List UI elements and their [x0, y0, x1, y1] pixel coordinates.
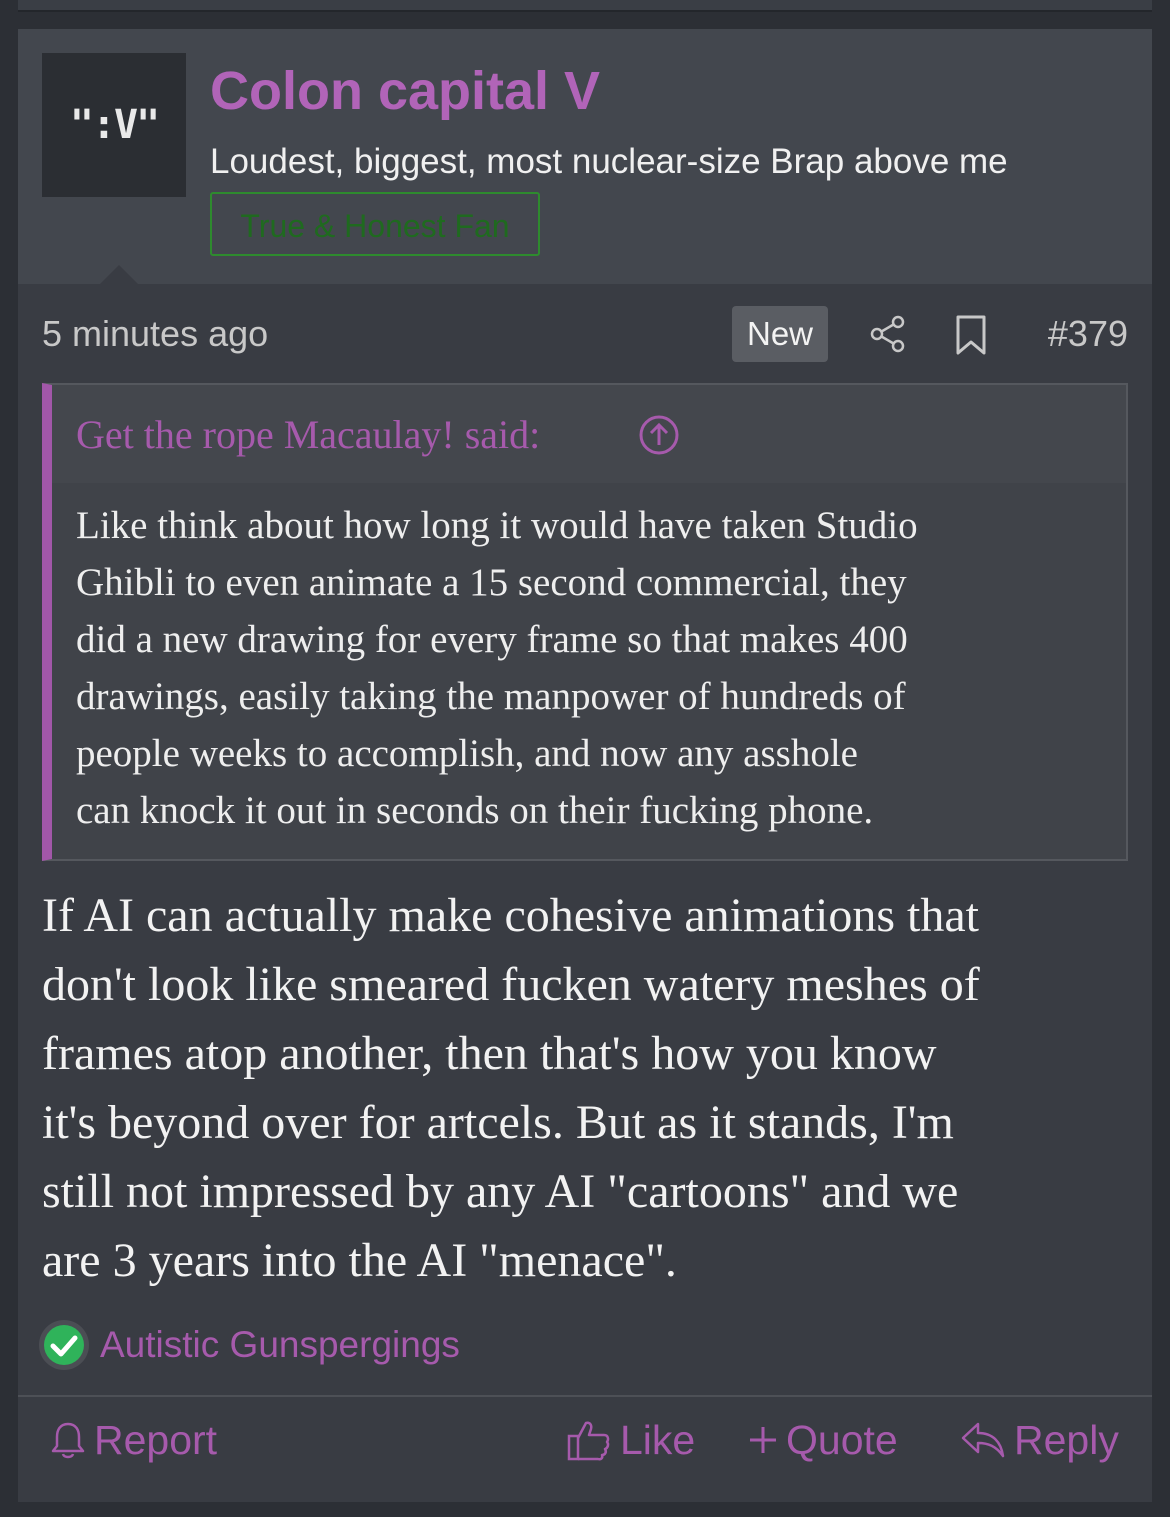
- reaction-label[interactable]: Autistic Gunspergings: [100, 1317, 460, 1373]
- like-button[interactable]: Like: [566, 1409, 695, 1471]
- forum-post: ":V" Colon capital V Loudest, biggest, m…: [18, 29, 1152, 1502]
- quote-body: Like think about how long it would have …: [76, 497, 1116, 839]
- thumbs-up-icon: [567, 1421, 610, 1461]
- user-title: Loudest, biggest, most nuclear-size Brap…: [210, 142, 1008, 181]
- quote-line: people weeks to accomplish, and now any …: [76, 732, 858, 775]
- message-line: don't look like smeared fucken watery me…: [42, 958, 980, 1011]
- message-line: it's beyond over for artcels. But as it …: [42, 1096, 954, 1149]
- bookmark-icon[interactable]: [954, 314, 988, 356]
- message-line: still not impressed by any AI "cartoons"…: [42, 1165, 959, 1218]
- message-line: If AI can actually make cohesive animati…: [42, 889, 979, 942]
- post-number[interactable]: #379: [1048, 309, 1128, 359]
- quote-line: Like think about how long it would have …: [76, 504, 918, 547]
- check-circle-icon: [39, 1320, 89, 1370]
- reply-label: Reply: [1014, 1417, 1119, 1463]
- quote-header: Get the rope Macaulay! said:: [52, 385, 1126, 483]
- share-icon[interactable]: [868, 314, 908, 354]
- user-banner: True & Honest Fan: [210, 192, 540, 256]
- message-line: frames atop another, then that's how you…: [42, 1027, 937, 1080]
- quote-button[interactable]: Quote: [748, 1409, 898, 1471]
- bell-icon: [51, 1422, 85, 1459]
- username[interactable]: Colon capital V: [210, 55, 600, 127]
- post-time[interactable]: 5 minutes ago: [42, 309, 268, 359]
- post-message: If AI can actually make cohesive animati…: [42, 881, 1137, 1295]
- quote-label: Quote: [786, 1417, 898, 1463]
- arrow-up-circle-icon[interactable]: [638, 414, 680, 456]
- quote-author[interactable]: Get the rope Macaulay! said:: [76, 409, 540, 461]
- reply-arrow-icon: [961, 1422, 1005, 1458]
- header-pointer: [100, 265, 138, 284]
- like-label: Like: [620, 1417, 696, 1463]
- new-badge: New: [732, 306, 828, 362]
- footer-divider: [18, 1395, 1152, 1397]
- plus-icon: [750, 1427, 776, 1453]
- avatar[interactable]: ":V": [42, 53, 186, 197]
- quote-line: can knock it out in seconds on their fuc…: [76, 789, 874, 832]
- post-attribution: 5 minutes ago New #379: [42, 306, 1128, 362]
- report-button[interactable]: Report: [50, 1409, 217, 1471]
- quote-line: drawings, easily taking the manpower of …: [76, 675, 906, 718]
- quote-line: Ghibli to even animate a 15 second comme…: [76, 561, 907, 604]
- quote-line: did a new drawing for every frame so tha…: [76, 618, 908, 661]
- post-author-header: ":V" Colon capital V Loudest, biggest, m…: [18, 29, 1152, 284]
- message-line: are 3 years into the AI "menace".: [42, 1234, 677, 1287]
- previous-post-edge: [18, 0, 1152, 12]
- quote-block: Get the rope Macaulay! said: Like think …: [42, 383, 1128, 861]
- reply-button[interactable]: Reply: [960, 1409, 1119, 1471]
- report-label: Report: [94, 1417, 218, 1463]
